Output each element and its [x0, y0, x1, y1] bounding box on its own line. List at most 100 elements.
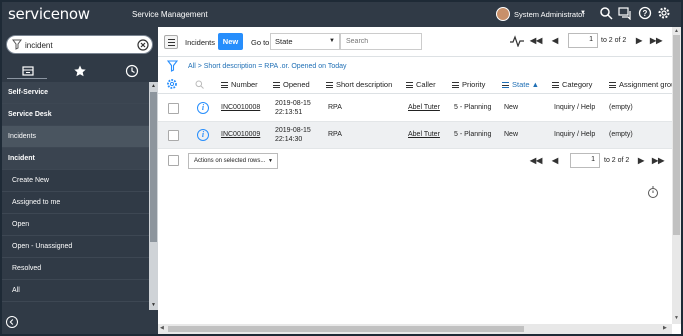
app-frame: servicenow Service Management System Adm… — [2, 2, 681, 334]
page-number-input[interactable]: 1 — [568, 33, 598, 48]
navigator-sidebar: incident Self-Service Service Desk Inciden… — [2, 27, 158, 334]
sidebar-item-service-desk[interactable]: Service Desk — [2, 104, 149, 126]
chevron-down-icon: ▼ — [268, 158, 273, 164]
actions-on-selected-select[interactable]: Actions on selected rows... ▼ — [188, 153, 278, 169]
sort-ascending-icon: ▲ — [531, 80, 540, 89]
main-horizontal-scroll-thumb[interactable] — [168, 326, 524, 332]
column-header-caller[interactable]: Caller — [406, 80, 436, 89]
main-horizontal-scrollbar[interactable]: ◀ ▶ — [158, 324, 672, 334]
list-toolbar: Incidents New Go to State ▼ ◀◀ ◀ 1 to 2 … — [158, 27, 672, 57]
chat-icon[interactable] — [618, 6, 632, 20]
main-vertical-scroll-thumb[interactable] — [673, 35, 680, 235]
search-icon[interactable] — [599, 6, 613, 20]
first-page-icon[interactable]: ◀◀ — [530, 156, 542, 165]
column-label: Number — [231, 80, 258, 89]
column-label: Short description — [336, 80, 393, 89]
row-checkbox[interactable] — [168, 130, 179, 141]
sidebar-item-incident[interactable]: Incident — [2, 148, 149, 170]
chevron-down-icon[interactable]: ▼ — [580, 10, 586, 16]
page-range: to 2 of 2 — [601, 37, 627, 44]
column-header-opened[interactable]: Opened — [273, 80, 310, 89]
page-number-input[interactable]: 1 — [570, 153, 600, 168]
sidebar-item-create-new[interactable]: Create New — [2, 170, 149, 192]
sidebar-item-incidents[interactable]: Incidents — [2, 126, 149, 148]
list-footer: Actions on selected rows... ▼ ◀◀ ◀ 1 to … — [158, 149, 672, 173]
sidebar-item-all[interactable]: All — [2, 280, 149, 302]
goto-label: Go to — [251, 38, 270, 47]
table-row: i INC0010008 2019-08-15 22:13:51 RPA Abel Tut… — [158, 95, 672, 122]
goto-field-select[interactable]: State ▼ — [270, 33, 340, 50]
user-menu-name[interactable]: System Administrator — [514, 10, 585, 19]
row-checkbox[interactable] — [168, 103, 179, 114]
next-page-icon[interactable]: ▶ — [638, 156, 644, 165]
info-icon[interactable]: i — [197, 129, 209, 141]
history-clock-icon[interactable] — [125, 64, 139, 78]
scroll-left-icon[interactable]: ◀ — [160, 325, 164, 331]
column-header-short-description[interactable]: Short description — [326, 80, 392, 89]
sidebar-scrollbar[interactable]: ▲ ▼ — [149, 82, 158, 310]
priority-cell: 5 - Planning — [454, 131, 492, 138]
list-settings-gear-icon[interactable] — [166, 78, 178, 90]
table-header: Number Opened Short description Caller P… — [158, 74, 679, 94]
incident-number-link[interactable]: INC0010008 — [221, 104, 260, 111]
column-label: Category — [562, 80, 593, 89]
scroll-down-icon[interactable]: ▼ — [149, 302, 158, 308]
all-apps-icon[interactable] — [21, 64, 35, 78]
opened-time: 22:13:51 — [275, 109, 303, 116]
first-page-icon[interactable]: ◀◀ — [530, 36, 542, 45]
column-header-number[interactable]: Number — [221, 80, 258, 89]
help-icon[interactable]: ? — [638, 6, 652, 20]
sidebar-item-assigned-to-me[interactable]: Assigned to me — [2, 192, 149, 214]
sidebar-item-self-service[interactable]: Self-Service — [2, 82, 149, 104]
collapse-navigator-icon[interactable] — [6, 316, 18, 328]
scroll-up-icon[interactable]: ▲ — [672, 28, 681, 34]
column-label: Priority — [462, 80, 486, 89]
next-page-icon[interactable]: ▶ — [636, 36, 642, 45]
breadcrumb[interactable]: All > Short description = RPA .or. Opene… — [188, 63, 347, 70]
gear-icon[interactable] — [657, 6, 671, 20]
list-menu-button[interactable] — [164, 35, 178, 49]
table-row: i INC0010009 2019-08-15 22:14:30 RPA Abel Tut… — [158, 122, 672, 149]
info-icon[interactable]: i — [197, 102, 209, 114]
bottom-pager: ◀◀ ◀ 1 to 2 of 2 ▶ ▶▶ — [530, 153, 670, 170]
search-input[interactable] — [340, 33, 422, 50]
filter-breadcrumb-row: All > Short description = RPA .or. Opene… — [158, 58, 672, 74]
scroll-down-icon[interactable]: ▼ — [672, 315, 681, 321]
sidebar-scroll-thumb[interactable] — [150, 92, 157, 242]
caller-link[interactable]: Abel Tuter — [408, 131, 440, 138]
sidebar-item-open[interactable]: Open — [2, 214, 149, 236]
stopwatch-icon[interactable] — [647, 186, 659, 198]
main-vertical-scrollbar[interactable]: ▲ ▼ — [672, 27, 681, 324]
column-header-category[interactable]: Category — [552, 80, 592, 89]
select-all-checkbox[interactable] — [168, 155, 179, 166]
prev-page-icon[interactable]: ◀ — [552, 36, 558, 45]
avatar[interactable] — [496, 7, 510, 21]
sidebar-item-resolved[interactable]: Resolved — [2, 258, 149, 280]
column-header-assignment-group[interactable]: Assignment group — [609, 80, 679, 89]
caller-link[interactable]: Abel Tuter — [408, 104, 440, 111]
column-search-icon[interactable] — [195, 80, 204, 89]
activity-chart-icon[interactable] — [510, 35, 524, 47]
new-button[interactable]: New — [218, 33, 243, 50]
active-tab-indicator — [7, 78, 47, 79]
favorites-star-icon[interactable] — [73, 64, 87, 78]
column-header-state[interactable]: State ▲ — [502, 80, 539, 89]
last-page-icon[interactable]: ▶▶ — [652, 156, 664, 165]
svg-text:?: ? — [643, 9, 648, 18]
scroll-right-icon[interactable]: ▶ — [663, 325, 667, 331]
incident-number-link[interactable]: INC0010009 — [221, 131, 260, 138]
column-header-priority[interactable]: Priority — [452, 80, 485, 89]
navigator-filter-input[interactable]: incident — [6, 35, 153, 54]
assignment-group-cell: (empty) — [609, 104, 633, 111]
sidebar-item-open-unassigned[interactable]: Open - Unassigned — [2, 236, 149, 258]
prev-page-icon[interactable]: ◀ — [552, 156, 558, 165]
filter-icon[interactable] — [167, 60, 178, 72]
scroll-up-icon[interactable]: ▲ — [149, 83, 158, 89]
last-page-icon[interactable]: ▶▶ — [650, 36, 662, 45]
state-cell: New — [504, 104, 519, 111]
servicenow-logo[interactable]: servicenow — [8, 5, 90, 23]
column-label: Assignment group — [619, 80, 680, 89]
clear-icon[interactable] — [137, 39, 149, 51]
navigator-tabs — [2, 60, 158, 80]
top-header: servicenow Service Management System Adm… — [2, 2, 681, 27]
